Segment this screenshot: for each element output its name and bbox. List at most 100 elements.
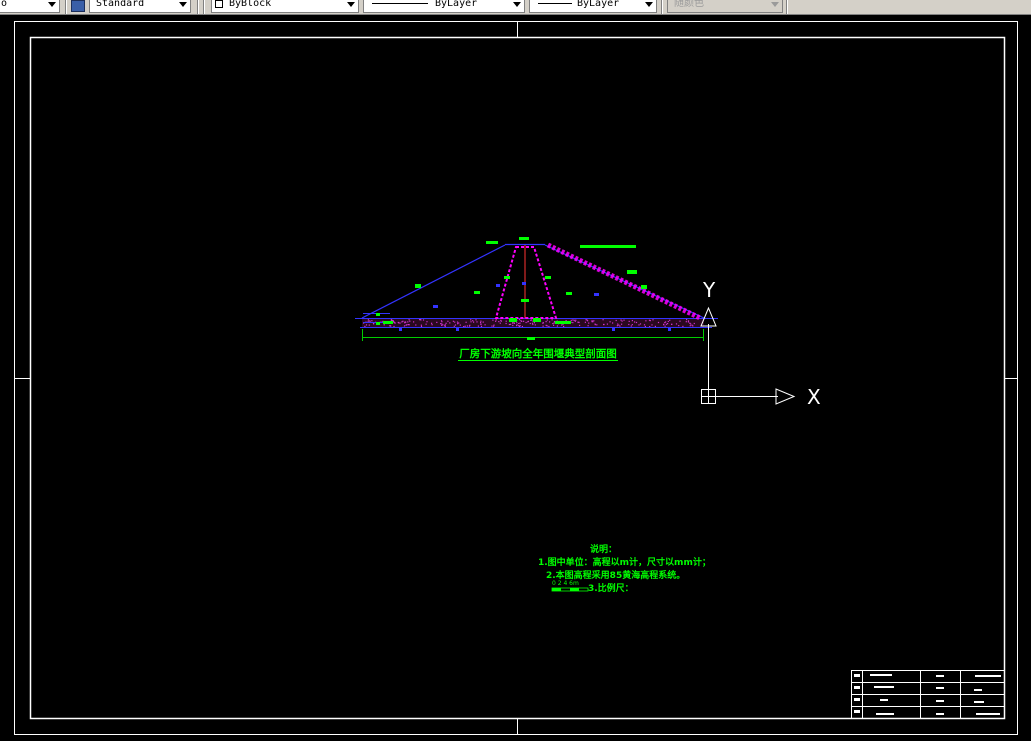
speckle-dot: [518, 322, 520, 325]
toolbar-separator: [197, 0, 199, 14]
speckle-dot: [592, 321, 594, 323]
speckle-dot: [620, 319, 622, 321]
speckle-dot: [644, 325, 646, 328]
speckle-dot: [383, 324, 385, 326]
speckle-dot: [602, 319, 604, 321]
speckle-dot: [643, 324, 646, 326]
speckle-dot: [420, 325, 423, 328]
speckle-dot: [401, 321, 403, 323]
speckle-dot: [420, 324, 422, 326]
text-style-combo[interactable]: Standard: [89, 0, 191, 13]
speckle-dot: [472, 320, 474, 322]
speckle-dot: [546, 319, 548, 321]
linetype-combo[interactable]: ByBlock: [211, 0, 359, 13]
speckle-dot: [369, 320, 371, 322]
speckle-dot: [594, 324, 596, 326]
speckle-dot: [530, 319, 532, 321]
speckle-dot: [667, 320, 669, 323]
speckle-dot: [575, 319, 577, 321]
speckle-dot: [529, 322, 531, 325]
speckle-dot: [415, 324, 417, 326]
sheet-frame: [14, 21, 1018, 735]
speckle-dot: [578, 321, 580, 323]
speckle-dot: [588, 322, 590, 324]
speckle-dot: [398, 322, 400, 324]
speckle-dot: [371, 320, 373, 322]
speckle-dot: [498, 321, 500, 323]
chevron-down-icon: [347, 2, 355, 7]
speckle-dot: [510, 323, 512, 325]
speckle-dot: [491, 325, 493, 327]
speckle-dot: [563, 325, 565, 327]
speckle-dot: [367, 320, 369, 322]
speckle-dot: [407, 321, 409, 323]
speckle-dot: [693, 322, 695, 325]
speckle-dot: [631, 324, 633, 326]
speckle-dot: [480, 320, 482, 322]
speckle-dot: [480, 323, 482, 326]
speckle-dot: [551, 319, 553, 321]
speckle-dot: [454, 324, 457, 326]
speckle-dot: [389, 325, 391, 327]
axis-x-label: X: [807, 385, 821, 409]
speckle-dot: [422, 319, 425, 321]
chevron-down-icon: [48, 2, 56, 7]
lineweight-value: ByLayer: [435, 0, 478, 9]
speckle-dot: [466, 325, 468, 327]
text-style-icon[interactable]: [71, 0, 85, 12]
speckle-dot: [631, 320, 633, 322]
chevron-down-icon: [513, 2, 521, 7]
speckle-dot: [444, 324, 446, 326]
speckle-dot: [393, 325, 395, 328]
speckle-dot: [635, 321, 638, 324]
plotstyle-value: ByLayer: [577, 0, 620, 9]
speckle-dot: [394, 322, 396, 324]
lineweight-combo[interactable]: ByLayer: [363, 0, 525, 13]
speckle-dot: [545, 321, 547, 323]
speckle-dot: [690, 323, 692, 325]
speckle-dot: [518, 319, 521, 321]
properties-toolbar: o Standard ByBlock ByLayer ByLayer 随颜色: [0, 0, 1031, 15]
speckle-dot: [549, 321, 551, 323]
speckle-dot: [687, 321, 689, 323]
speckle-dot: [495, 319, 497, 321]
speckle-dot: [618, 324, 620, 326]
speckle-dot: [534, 324, 536, 326]
speckle-dot: [587, 320, 589, 322]
speckle-dot: [499, 322, 501, 324]
plotstyle-combo[interactable]: ByLayer: [529, 0, 657, 13]
speckle-dot: [492, 319, 494, 321]
speckle-dot: [553, 322, 555, 324]
first-combo[interactable]: o: [0, 0, 60, 13]
notes-line-3: 3.比例尺：: [588, 582, 634, 594]
speckle-dot: [664, 325, 666, 327]
speckle-dot: [587, 325, 589, 327]
speckle-dot: [527, 321, 529, 323]
speckle-dot: [480, 321, 482, 324]
speckle-dot: [617, 323, 619, 325]
line-sample-icon: [538, 3, 572, 4]
inner-border: [29, 36, 1006, 720]
speckle-dot: [495, 320, 497, 322]
speckle-dot: [484, 324, 486, 326]
speckle-dot: [508, 323, 510, 326]
speckle-dot: [441, 324, 443, 326]
speckle-dot: [628, 323, 630, 326]
line-sample-icon: [372, 3, 428, 4]
speckle-dot: [408, 319, 410, 321]
speckle-dot: [623, 319, 625, 321]
speckle-dot: [663, 323, 665, 325]
speckle-dot: [367, 319, 369, 321]
speckle-dot: [459, 324, 461, 326]
chevron-down-icon: [645, 2, 653, 7]
speckle-dot: [457, 323, 459, 325]
text-style-value: Standard: [96, 0, 145, 9]
color-combo[interactable]: 随颜色: [667, 0, 783, 13]
drawing-canvas[interactable]: 厂房下游坡向全年围堰典型剖面图 Y X 说明： 1.图中单位：高程以m计，尺寸以…: [0, 15, 1031, 741]
speckle-dot: [574, 320, 576, 322]
chevron-down-icon: [179, 2, 187, 7]
speckle-dot: [675, 323, 678, 325]
speckle-dot: [468, 325, 471, 327]
scale-bar: [551, 587, 589, 592]
ucs-x-arrow: [775, 388, 796, 405]
